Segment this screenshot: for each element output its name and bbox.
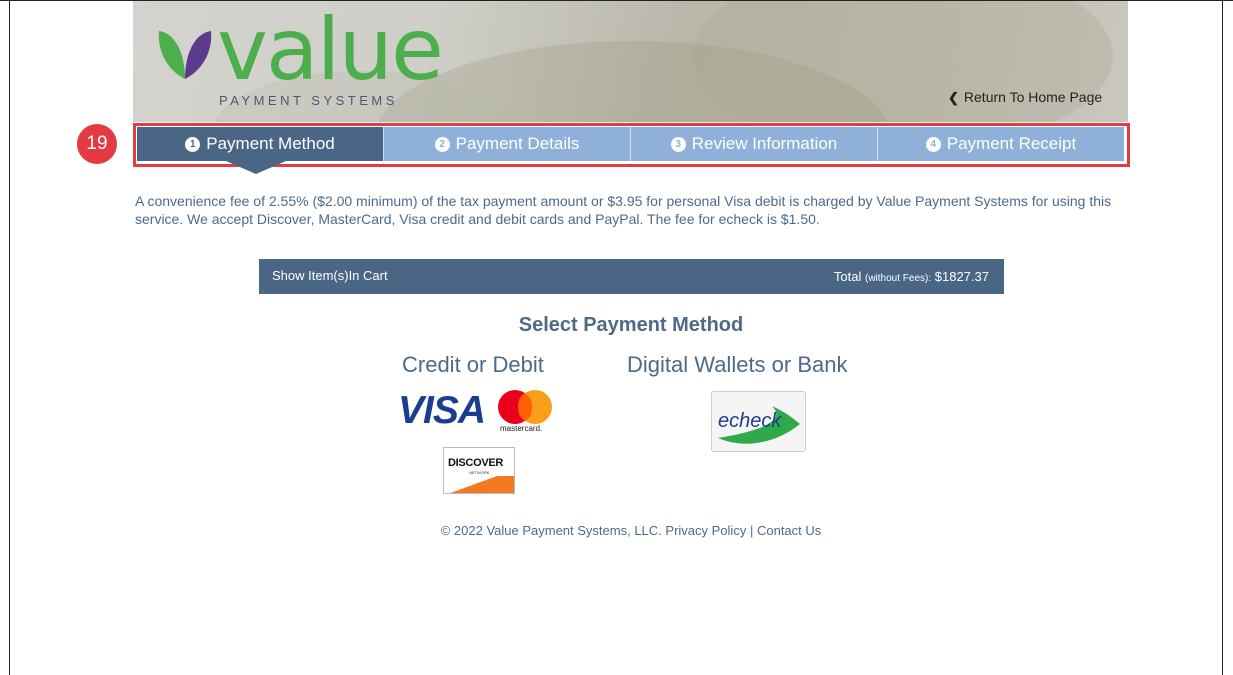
discover-network-label: NETWORK — [469, 470, 490, 475]
step-review-information[interactable]: 3 Review Information — [631, 127, 878, 161]
cart-total: Total (without Fees): $1827.37 — [834, 269, 989, 284]
frame-border-left — [9, 0, 10, 675]
discover-option[interactable]: DISCOVER NETWORK — [443, 447, 515, 494]
digital-wallets-heading: Digital Wallets or Bank — [627, 352, 848, 377]
convenience-fee-notice: A convenience fee of 2.55% ($2.00 minimu… — [135, 193, 1112, 227]
select-payment-title: Select Payment Method — [518, 314, 744, 336]
active-step-pointer-icon — [226, 161, 286, 174]
credit-debit-heading: Credit or Debit — [402, 352, 544, 377]
show-cart-items-link[interactable]: Show Item(s)In Cart — [272, 268, 388, 283]
mastercard-label: mastercard. — [500, 424, 543, 433]
step-label: Payment Details — [455, 134, 580, 153]
copyright-text: © 2022 Value Payment Systems, LLC. — [440, 523, 662, 538]
mastercard-logo-icon — [518, 394, 532, 420]
step-payment-receipt[interactable]: 4 Payment Receipt — [878, 127, 1124, 161]
step-payment-method[interactable]: 1 Payment Method — [137, 127, 384, 161]
logo-tagline: PAYMENT SYSTEMS — [219, 93, 398, 108]
leaf-logo-icon — [158, 31, 212, 79]
step-payment-details[interactable]: 2 Payment Details — [384, 127, 631, 161]
return-home-link[interactable]: ❮ Return To Home Page — [948, 89, 1102, 106]
frame-border-right — [1222, 0, 1223, 675]
logo-wordmark: value — [217, 1, 444, 100]
discover-band-icon — [444, 476, 514, 493]
annotation-badge: 19 — [77, 124, 117, 164]
footer-separator: | — [749, 523, 754, 538]
return-home-label: Return To Home Page — [963, 89, 1103, 105]
chevron-left-icon: ❮ — [948, 90, 959, 105]
step-label: Payment Method — [206, 134, 335, 153]
step-number-icon: 2 — [434, 136, 450, 152]
step-number-icon: 4 — [925, 136, 941, 152]
discover-label: DISCOVER — [448, 457, 504, 469]
step-number-icon: 3 — [670, 136, 686, 152]
echeck-option[interactable]: echeck — [711, 391, 806, 452]
step-label: Payment Receipt — [946, 134, 1077, 153]
total-value: $1827.37 — [934, 269, 989, 284]
step-progress-bar: 1 Payment Method 2 Payment Details 3 Rev… — [137, 127, 1124, 161]
mastercard-option[interactable]: mastercard. — [495, 388, 565, 438]
step-number-icon: 1 — [185, 136, 201, 152]
total-note: (without Fees): — [865, 273, 932, 284]
footer: © 2022 Value Payment Systems, LLC. Priva… — [0, 523, 1233, 538]
echeck-label: echeck — [718, 410, 782, 432]
total-label: Total — [833, 269, 862, 284]
step-label: Review Information — [691, 134, 838, 153]
visa-option[interactable]: VISA — [398, 391, 486, 431]
contact-us-link[interactable]: Contact Us — [757, 523, 821, 538]
privacy-policy-link[interactable]: Privacy Policy — [665, 523, 746, 538]
header-banner: value PAYMENT SYSTEMS ❮ Return To Home Pa… — [133, 1, 1128, 122]
cart-bar: Show Item(s)In Cart Total (without Fees)… — [259, 259, 1004, 294]
